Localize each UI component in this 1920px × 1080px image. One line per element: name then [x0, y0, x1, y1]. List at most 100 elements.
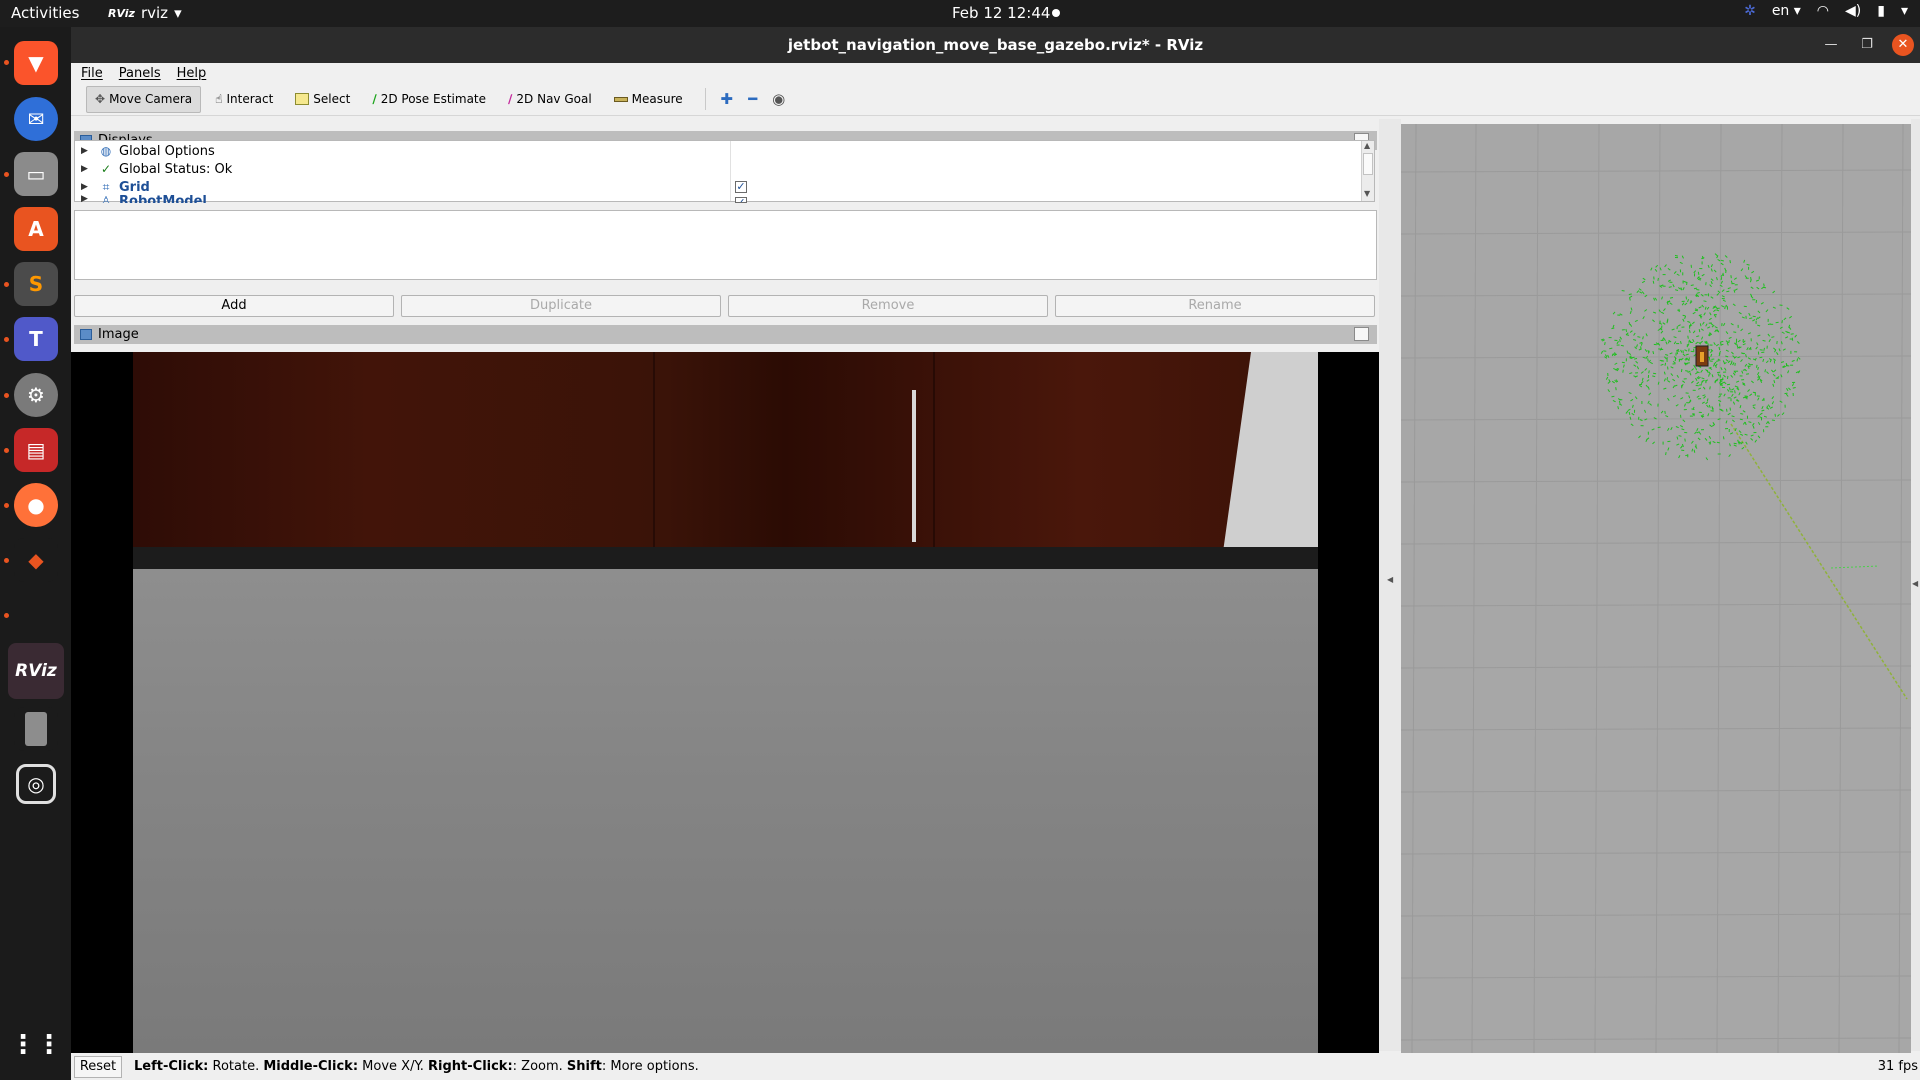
particle-pose	[1788, 315, 1793, 319]
dock-item-rviz[interactable]: RViz	[8, 643, 64, 699]
dock-item-screenshot[interactable]: ◎	[10, 758, 62, 810]
clock[interactable]: Feb 12 12:44	[952, 4, 1050, 22]
wall-seam	[653, 352, 655, 547]
particle-pose	[1721, 377, 1724, 381]
particle-pose	[1710, 268, 1713, 272]
float-panel-button[interactable]	[1354, 327, 1369, 341]
particle-pose	[1752, 425, 1755, 429]
particle-pose	[1680, 445, 1683, 449]
3d-render-view[interactable]	[1401, 124, 1911, 1053]
particle-pose	[1697, 278, 1701, 281]
displays-tree[interactable]: ▶ ◍ Global Options ▶ ✓ Global Status: Ok…	[74, 140, 1375, 203]
particle-pose	[1717, 290, 1721, 294]
camera-view-button[interactable]: ◉	[766, 88, 792, 110]
particle-pose	[1749, 317, 1753, 320]
tool-interact[interactable]: ☝ Interact	[207, 86, 281, 113]
dock-item-sketch-tool[interactable]: ◆	[10, 534, 62, 586]
app-menu[interactable]: RViz rviz ▾	[108, 4, 182, 22]
particle-pose	[1648, 370, 1650, 374]
menu-panels[interactable]: Panels	[119, 66, 161, 81]
particle-pose	[1675, 404, 1679, 407]
language-indicator[interactable]: en ▾	[1772, 3, 1801, 19]
particle-pose	[1752, 406, 1756, 409]
scroll-down-icon[interactable]: ▼	[1364, 189, 1370, 198]
particle-pose	[1641, 291, 1645, 295]
tool-select[interactable]: Select	[287, 86, 358, 113]
particle-pose	[1613, 367, 1617, 371]
particle-pose	[1701, 304, 1705, 308]
particle-pose	[1683, 280, 1687, 283]
minimize-icon[interactable]: —	[1820, 34, 1842, 56]
dock: ▼ ✉ ▭ A S T ⚙ ▤ ● ◆ RViz ◎ ⋮⋮	[0, 27, 71, 1080]
reset-button[interactable]: Reset	[74, 1055, 122, 1078]
wifi-icon[interactable]: ◠	[1817, 3, 1829, 19]
particle-pose	[1728, 336, 1732, 339]
battery-icon[interactable]: ▮	[1877, 3, 1885, 19]
close-icon[interactable]: ✕	[1892, 34, 1914, 56]
rename-display-button[interactable]: Rename	[1055, 295, 1375, 317]
wall-baseboard	[133, 547, 1318, 569]
add-tool-button[interactable]: ✚	[714, 88, 740, 110]
particle-pose	[1667, 447, 1670, 451]
expand-arrow-icon[interactable]: ▶	[81, 146, 91, 156]
particle-pose	[1639, 384, 1643, 388]
particle-pose	[1667, 366, 1669, 370]
tree-row-global-options[interactable]: ▶ ◍ Global Options	[75, 142, 215, 160]
collapse-right-icon[interactable]: ◀	[1912, 579, 1918, 588]
tool-measure[interactable]: Measure	[606, 86, 691, 113]
firefox-icon: ●	[14, 483, 58, 527]
add-display-button[interactable]: Add	[74, 295, 394, 317]
dock-item-brave[interactable]: ▼	[10, 37, 62, 89]
dock-item-settings[interactable]: ⚙	[10, 369, 62, 421]
hint-shift-desc: : More options.	[601, 1059, 699, 1074]
title-bar[interactable]: jetbot_navigation_move_base_gazebo.rviz*…	[71, 27, 1920, 63]
scrollbar-thumb[interactable]	[1363, 153, 1373, 175]
particle-pose	[1782, 348, 1786, 351]
accessibility-icon[interactable]: ✲	[1744, 3, 1756, 19]
volume-icon[interactable]: ◀)	[1845, 3, 1861, 19]
menu-help[interactable]: Help	[177, 66, 207, 81]
particle-pose	[1684, 315, 1687, 319]
remove-display-button[interactable]: Remove	[728, 295, 1048, 317]
expand-arrow-icon[interactable]: ▶	[81, 164, 91, 174]
tool-2d-nav-goal[interactable]: ∕ 2D Nav Goal	[500, 86, 600, 113]
restore-icon[interactable]: ❐	[1856, 34, 1878, 56]
dock-item-device[interactable]	[10, 703, 62, 755]
particle-pose	[1781, 412, 1785, 416]
panel-splitter[interactable]: ◀	[1379, 119, 1401, 1051]
expand-arrow-icon[interactable]: ▶	[81, 194, 91, 203]
show-apps-button[interactable]: ⋮⋮	[10, 1019, 62, 1071]
image-panel-header[interactable]: Image	[74, 325, 1377, 344]
duplicate-display-button[interactable]: Duplicate	[401, 295, 721, 317]
camera-image-view[interactable]	[71, 352, 1379, 1055]
displays-scrollbar[interactable]: ▲ ▼	[1361, 141, 1374, 201]
particle-pose	[1723, 381, 1727, 385]
dock-item-firefox[interactable]: ●	[10, 479, 62, 531]
tree-row-robotmodel-visible[interactable]: ▶ ♙ RobotModel	[75, 194, 207, 203]
particle-pose	[1786, 388, 1789, 392]
dock-item-app-center[interactable]: A	[10, 203, 62, 255]
grid-enabled-checkbox[interactable]: ✓	[735, 181, 747, 193]
chevron-down-icon[interactable]: ▾	[1901, 3, 1908, 19]
collapse-left-icon[interactable]: ◀	[1387, 575, 1393, 584]
system-tray[interactable]: ✲ en ▾ ◠ ◀) ▮ ▾	[1744, 3, 1908, 19]
activities-button[interactable]: Activities	[11, 4, 79, 22]
menu-file[interactable]: File	[81, 66, 103, 81]
scroll-up-icon[interactable]: ▲	[1364, 141, 1370, 150]
dock-item-sublime[interactable]: S	[10, 258, 62, 310]
dock-item-files[interactable]: ▭	[10, 148, 62, 200]
dock-item-thunderbird[interactable]: ✉	[10, 93, 62, 145]
robotmodel-enabled-checkbox[interactable]: ✓	[735, 197, 747, 203]
tool-move-camera[interactable]: ✥ Move Camera	[86, 85, 202, 113]
grid-line	[1401, 851, 1911, 855]
expand-arrow-icon[interactable]: ▶	[81, 182, 91, 192]
dock-item-terminal[interactable]: ▤	[10, 424, 62, 476]
right-splitter[interactable]: ◀	[1911, 119, 1920, 1051]
remove-tool-button[interactable]: ━	[740, 88, 766, 110]
particle-pose	[1788, 387, 1791, 391]
tool-2d-pose-estimate[interactable]: ∕ 2D Pose Estimate	[364, 86, 494, 113]
particle-pose	[1680, 397, 1684, 400]
tree-row-global-status[interactable]: ▶ ✓ Global Status: Ok	[75, 160, 232, 178]
particle-pose	[1698, 277, 1702, 280]
dock-item-teams[interactable]: T	[10, 313, 62, 365]
